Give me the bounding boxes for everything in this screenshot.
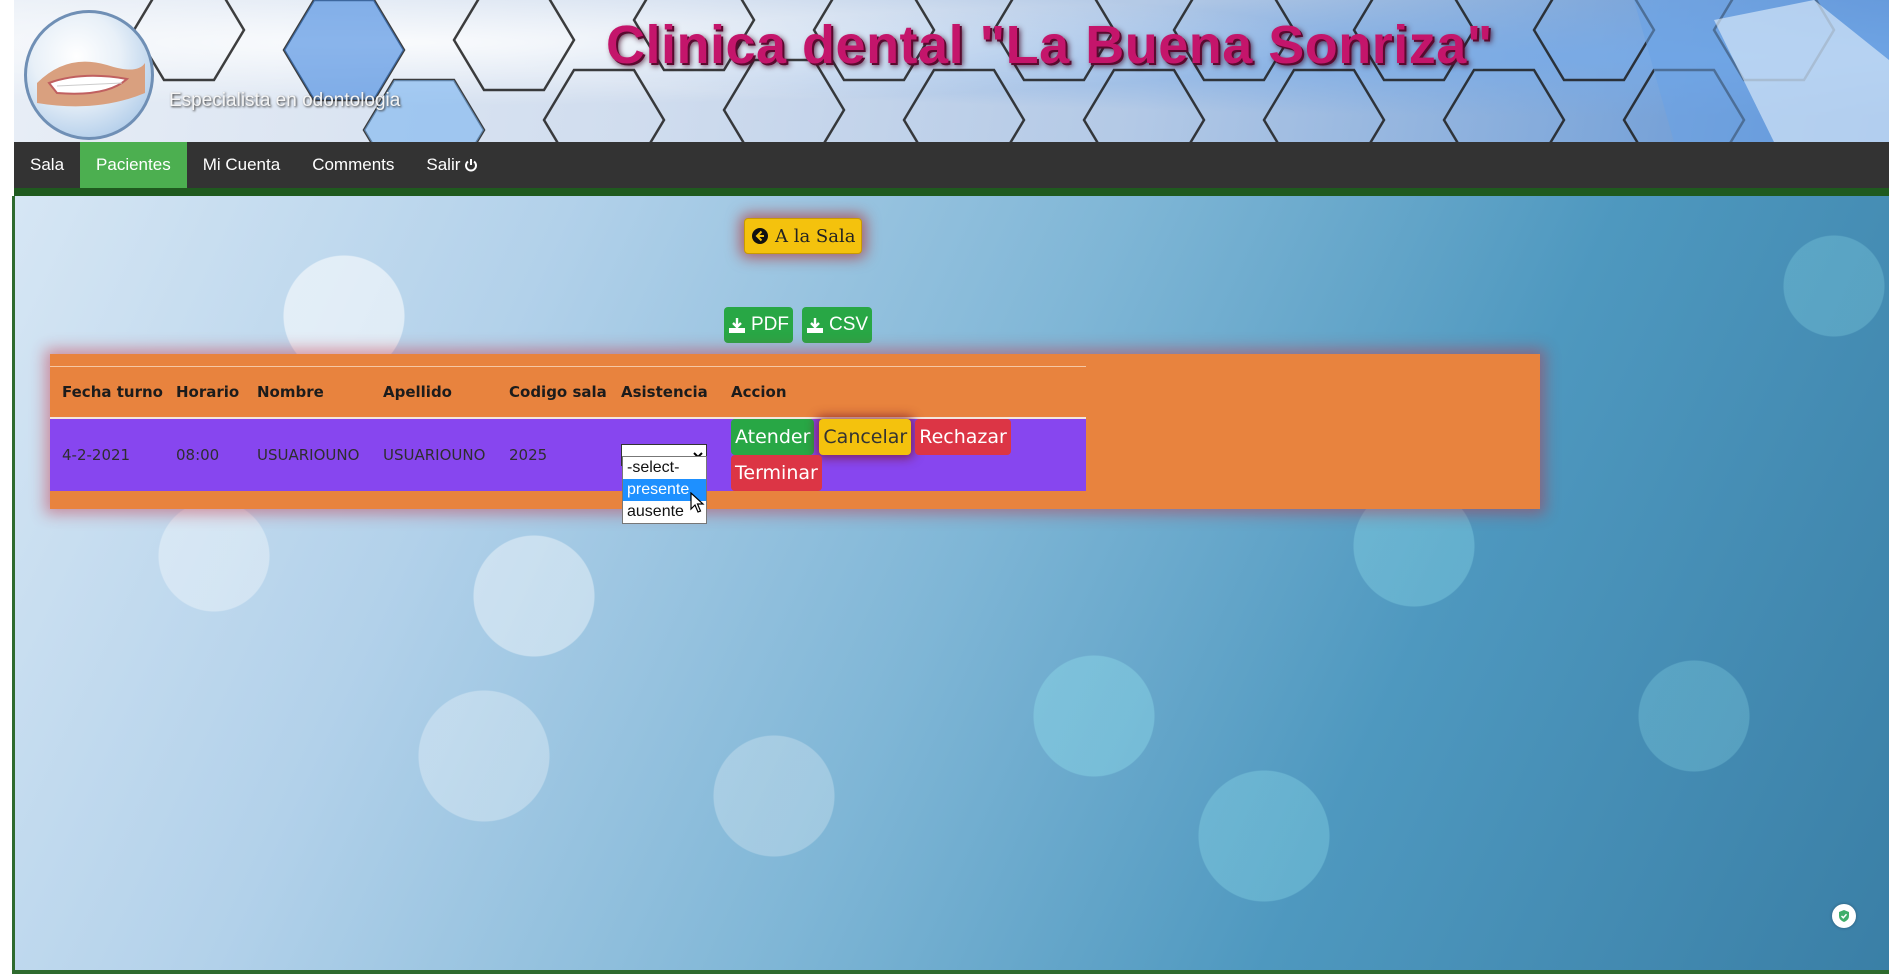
top-nav: Sala Pacientes Mi Cuenta Comments Salir <box>14 142 1889 188</box>
appointments-table: Fecha turno Horario Nombre Apellido Codi… <box>50 366 1086 491</box>
header-banner: Clinica dental "La Buena Sonriza" Especi… <box>14 0 1889 142</box>
shield-icon <box>1839 910 1849 922</box>
nav-item-pacientes[interactable]: Pacientes <box>80 142 187 188</box>
mouse-cursor-icon <box>690 492 705 513</box>
col-asistencia: Asistencia <box>609 366 719 419</box>
left-green-border <box>12 196 15 974</box>
cell-apellido: USUARIOUNO <box>371 418 497 491</box>
cell-horario: 08:00 <box>164 418 245 491</box>
atender-button[interactable]: Atender <box>731 419 815 455</box>
main-content: A la Sala PDF CSV Fecha turno Horario No… <box>14 196 1889 970</box>
col-fecha-turno: Fecha turno <box>50 366 164 419</box>
download-csv-button[interactable]: CSV <box>802 307 873 343</box>
col-apellido: Apellido <box>371 366 497 419</box>
cell-fecha: 4-2-2021 <box>50 418 164 491</box>
nav-bottom-border <box>14 188 1889 196</box>
cell-codigo: 2025 <box>497 418 609 491</box>
col-nombre: Nombre <box>245 366 371 419</box>
back-to-sala-label: A la Sala <box>775 225 856 247</box>
download-pdf-button[interactable]: PDF <box>724 307 793 343</box>
nav-item-mi-cuenta[interactable]: Mi Cuenta <box>187 142 296 188</box>
cell-accion: Atender Cancelar Rechazar Terminar <box>719 418 1086 491</box>
shield-check-icon[interactable] <box>1832 904 1856 928</box>
page-title: Clinica dental "La Buena Sonriza" <box>606 15 1493 75</box>
cell-nombre: USUARIOUNO <box>245 418 371 491</box>
nav-item-sala[interactable]: Sala <box>14 142 80 188</box>
subtitle: Especialista en odontologia <box>169 90 401 111</box>
nav-item-salir[interactable]: Salir <box>410 142 494 188</box>
bottom-green-border <box>12 970 1889 974</box>
rechazar-button[interactable]: Rechazar <box>915 419 1011 455</box>
option-select[interactable]: -select- <box>623 457 706 479</box>
table-header-row: Fecha turno Horario Nombre Apellido Codi… <box>50 366 1086 419</box>
download-pdf-label: PDF <box>751 314 789 335</box>
smile-icon <box>37 61 145 107</box>
cancelar-button[interactable]: Cancelar <box>819 419 912 455</box>
col-accion: Accion <box>719 366 1086 419</box>
terminar-button[interactable]: Terminar <box>731 455 822 491</box>
arrow-circle-left-icon <box>752 228 768 244</box>
appointments-panel: Fecha turno Horario Nombre Apellido Codi… <box>50 354 1540 509</box>
col-codigo-sala: Codigo sala <box>497 366 609 419</box>
table-row: 4-2-2021 08:00 USUARIOUNO USUARIOUNO 202… <box>50 418 1086 491</box>
back-to-sala-button[interactable]: A la Sala <box>744 218 863 254</box>
logo-smile <box>24 10 154 140</box>
download-csv-label: CSV <box>829 314 869 335</box>
power-icon <box>465 159 478 172</box>
download-icon <box>807 318 823 333</box>
download-icon <box>729 318 745 333</box>
nav-item-salir-label: Salir <box>426 155 461 174</box>
col-horario: Horario <box>164 366 245 419</box>
nav-item-comments[interactable]: Comments <box>296 142 410 188</box>
